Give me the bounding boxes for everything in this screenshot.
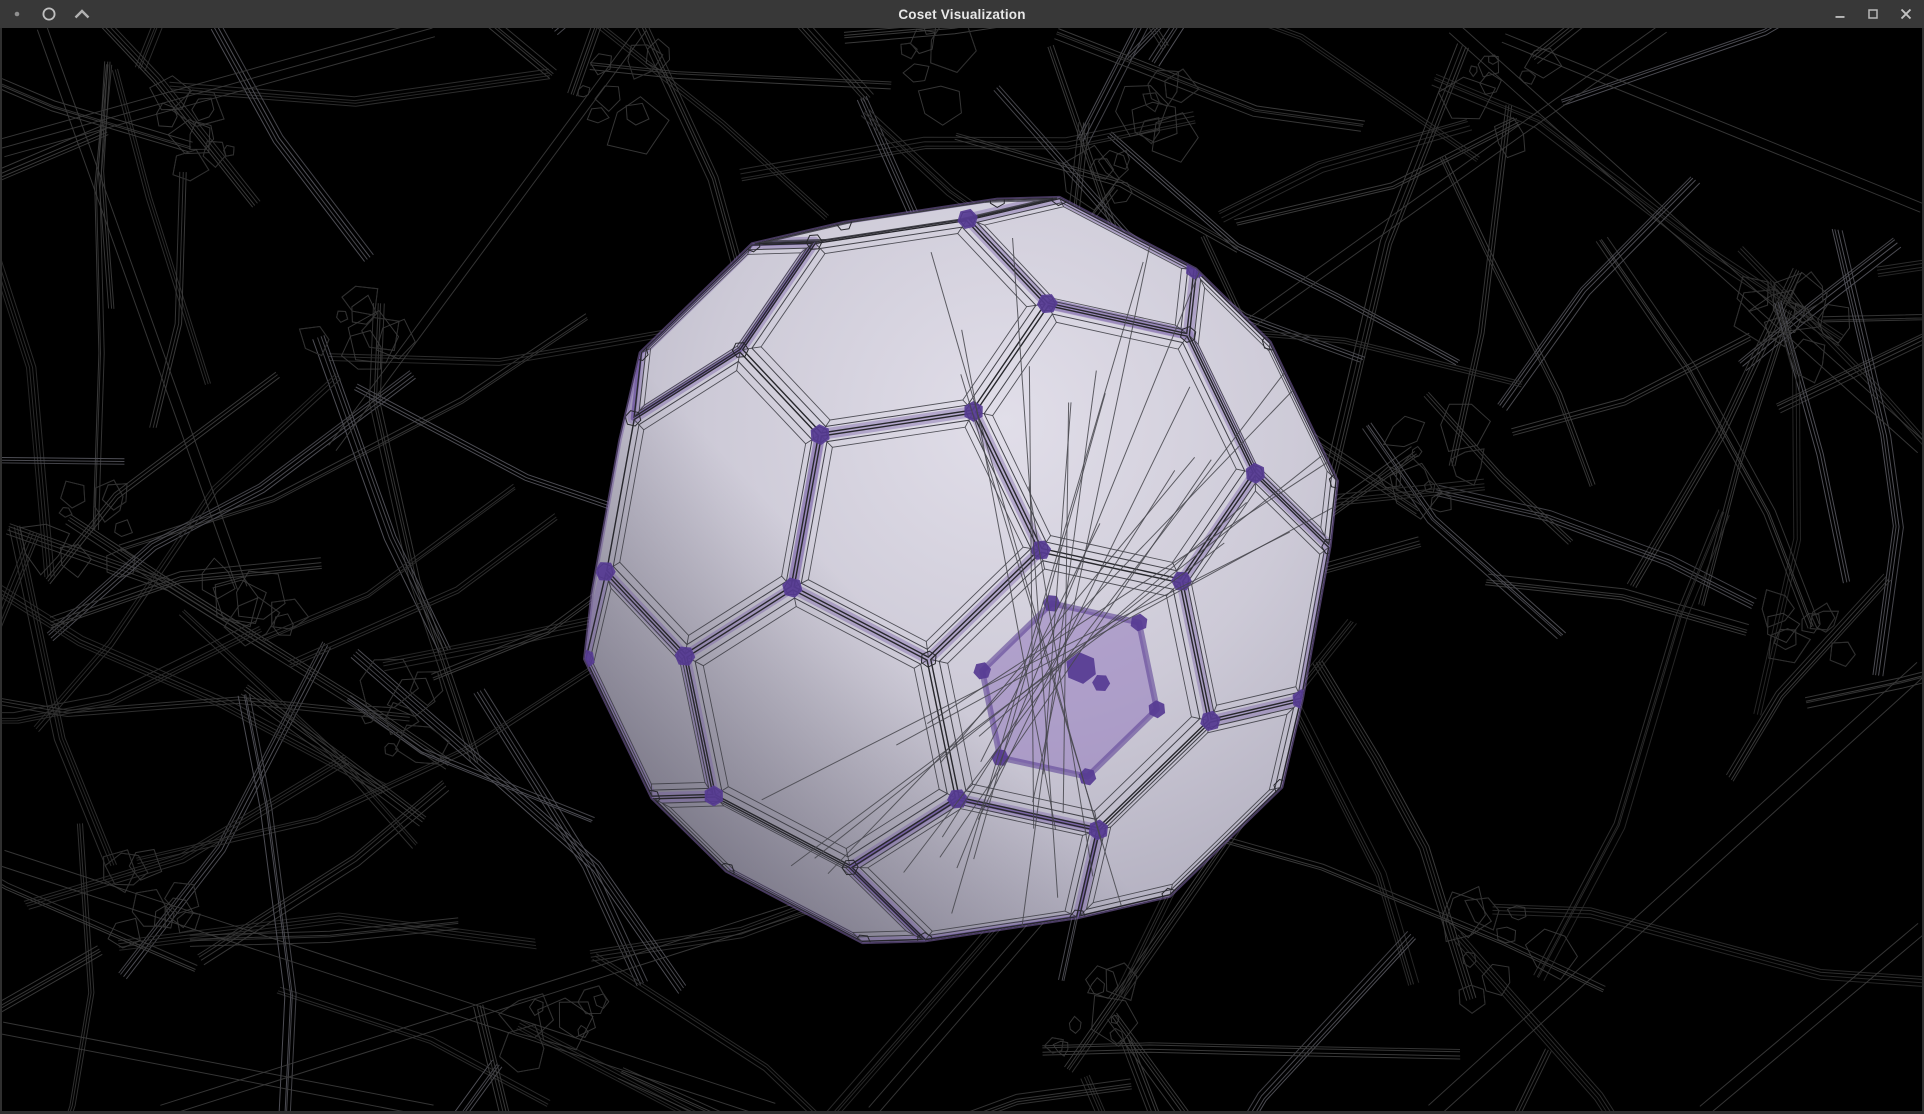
app-window: Coset Visualization [0, 0, 1924, 1114]
maximize-button[interactable] [1859, 0, 1887, 28]
window-title: Coset Visualization [0, 0, 1924, 28]
close-button[interactable] [1892, 0, 1920, 28]
coset-scene-canvas[interactable] [2, 28, 1922, 1111]
3d-viewport[interactable] [0, 28, 1924, 1114]
minimize-button[interactable] [1826, 0, 1854, 28]
titlebar[interactable]: Coset Visualization [0, 0, 1924, 29]
